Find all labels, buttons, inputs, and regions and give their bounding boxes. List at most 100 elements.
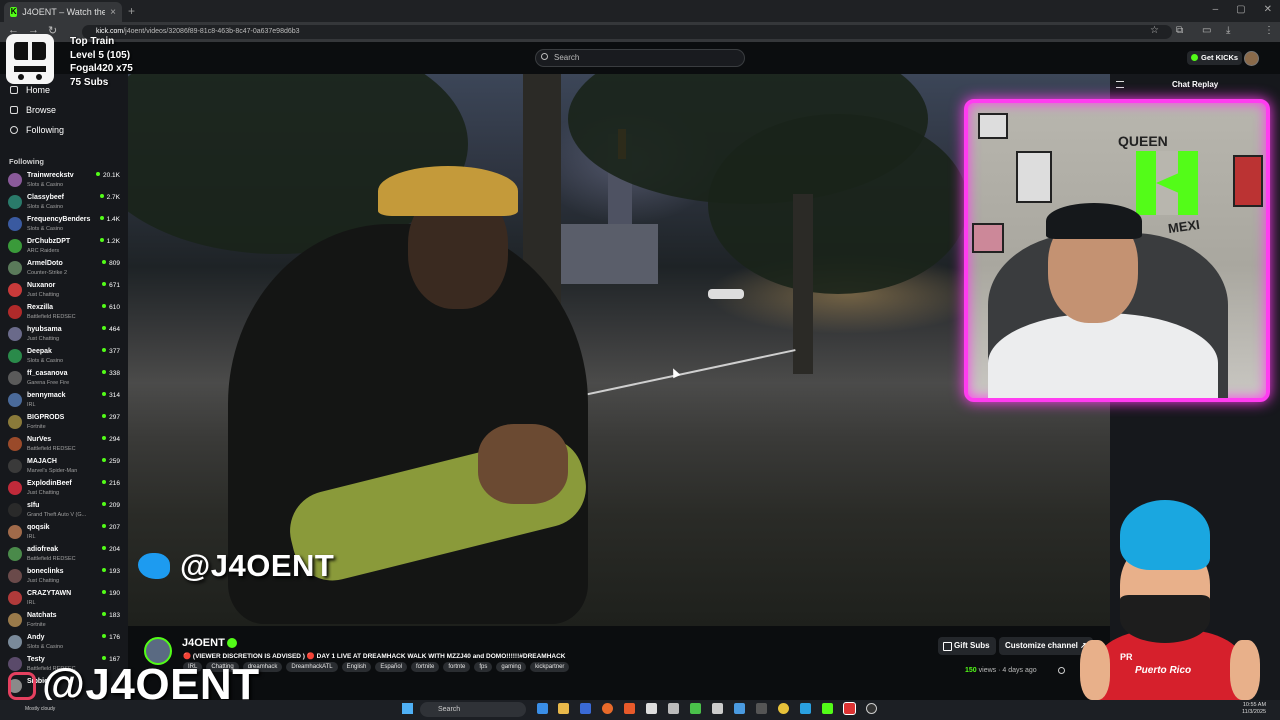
following-channel-item[interactable]: hyubsama Just Chatting 464	[8, 324, 124, 346]
sidepanel-icon[interactable]: ▭	[1202, 25, 1211, 36]
following-channel-item[interactable]: Nuxanor Just Chatting 671	[8, 280, 124, 302]
following-channel-item[interactable]: ArmelDoto Counter-Strike 2 809	[8, 258, 124, 280]
edge-icon[interactable]	[580, 703, 591, 714]
obs-icon[interactable]	[843, 702, 856, 715]
following-channel-item[interactable]: Natchats Fortnite 183	[8, 610, 124, 632]
channel-avatar	[8, 569, 22, 583]
new-tab-button[interactable]: +	[128, 4, 135, 18]
following-channel-item[interactable]: CRAZYTAWN IRL 190	[8, 588, 124, 610]
following-channel-item[interactable]: FrequencyBenders Slots & Casino 1.4K	[8, 214, 124, 236]
channel-category: Marvel's Spider-Man	[27, 468, 78, 474]
get-kicks-button[interactable]: Get KICKs	[1187, 51, 1243, 65]
channel-category: IRL	[27, 534, 36, 540]
url-field[interactable]: kick.com/j4oent/videos/32086f89-81c8-463…	[82, 25, 1172, 39]
close-window-icon[interactable]: ✕	[1264, 4, 1272, 15]
extensions-icon[interactable]: ⧉	[1176, 25, 1183, 36]
streamer-name[interactable]: J4OENT	[182, 637, 225, 649]
firefox-icon[interactable]	[602, 703, 613, 714]
channel-avatar	[8, 173, 22, 187]
close-tab-icon[interactable]: ×	[110, 7, 116, 18]
following-channel-item[interactable]: BIGPRODS Fortnite 297	[8, 412, 124, 434]
sidebar-item-following[interactable]: Following	[10, 125, 64, 135]
following-channel-item[interactable]: Deepak Slots & Casino 377	[8, 346, 124, 368]
kick-app-icon[interactable]	[822, 703, 833, 714]
channel-avatar	[8, 437, 22, 451]
channel-viewers: 2.7K	[100, 194, 120, 201]
channel-category: Grand Theft Auto V (G...	[27, 512, 87, 518]
heart-icon	[10, 126, 18, 134]
windows-start-icon[interactable]	[402, 703, 413, 714]
copilot-icon[interactable]	[537, 703, 548, 714]
gift-subs-button[interactable]: Gift Subs	[938, 637, 996, 655]
mascot-arm	[1080, 640, 1110, 700]
stream-tag[interactable]: Español	[375, 662, 408, 672]
maximize-icon[interactable]: ▢	[1236, 4, 1245, 15]
following-channel-item[interactable]: sIfu Grand Theft Auto V (G... 209	[8, 500, 124, 522]
stream-tag[interactable]: fortnte	[443, 662, 471, 672]
customize-channel-button[interactable]: Customize channel ↗	[999, 637, 1093, 655]
file-explorer-icon[interactable]	[558, 703, 569, 714]
channel-avatar	[8, 613, 22, 627]
taskbar-clock[interactable]: 10:55 AM 11/3/2025	[1242, 702, 1266, 716]
windows-taskbar	[0, 700, 1280, 720]
channel-name: Andy	[27, 634, 45, 641]
channel-avatar	[8, 547, 22, 561]
chrome-icon[interactable]	[778, 703, 789, 714]
minimize-icon[interactable]: –	[1213, 4, 1219, 15]
stream-tag[interactable]: fps	[474, 662, 493, 672]
channel-avatar	[8, 283, 22, 297]
app-icon[interactable]	[624, 703, 635, 714]
stream-tag[interactable]: DreamhackATL	[286, 662, 338, 672]
following-channel-item[interactable]: boneclinks Just Chatting 193	[8, 566, 124, 588]
channel-viewers: 190	[102, 590, 120, 597]
channel-name: adiofreak	[27, 546, 59, 553]
channel-viewers: 183	[102, 612, 120, 619]
sidebar-item-home[interactable]: Home	[10, 85, 50, 95]
bookmark-star-icon[interactable]: ☆	[1150, 25, 1159, 36]
following-channel-item[interactable]: Trainwreckstv Slots & Casino 20.1K	[8, 170, 124, 192]
search-input[interactable]: Search	[535, 49, 745, 67]
following-channel-item[interactable]: Classybeef Slots & Casino 2.7K	[8, 192, 124, 214]
search-icon	[541, 53, 548, 60]
stream-tag[interactable]: fortnite	[411, 662, 440, 672]
weather-widget[interactable]: Mostly cloudy	[25, 706, 55, 712]
app-icon[interactable]	[646, 703, 657, 714]
following-channel-item[interactable]: Rexzilla Battlefield REDSEC 610	[8, 302, 124, 324]
share-icon[interactable]	[1058, 667, 1065, 674]
following-channel-item[interactable]: Andy Slots & Casino 176	[8, 632, 124, 654]
cartoon-mascot: PR Puerto Rico	[1080, 500, 1280, 720]
chat-collapse-icon[interactable]	[1116, 81, 1124, 88]
following-channel-item[interactable]: ff_casanova Garena Free Fire 338	[8, 368, 124, 390]
user-avatar[interactable]	[1244, 51, 1259, 66]
following-channel-item[interactable]: ExplodinBeef Just Chatting 216	[8, 478, 124, 500]
following-channel-item[interactable]: NurVes Battlefield REDSEC 294	[8, 434, 124, 456]
following-channel-item[interactable]: bennymack IRL 314	[8, 390, 124, 412]
download-icon[interactable]: ⤓	[1226, 25, 1230, 36]
channel-viewers: 294	[102, 436, 120, 443]
video-player[interactable]	[128, 74, 1110, 626]
app-icon[interactable]	[712, 703, 723, 714]
following-channel-item[interactable]: adiofreak Battlefield REDSEC 204	[8, 544, 124, 566]
following-channel-item[interactable]: MAJACH Marvel's Spider-Man 259	[8, 456, 124, 478]
stream-tag[interactable]: English	[341, 662, 372, 672]
following-channel-item[interactable]: qoqsik IRL 207	[8, 522, 124, 544]
media-icon[interactable]	[866, 703, 877, 714]
app-icon[interactable]	[734, 703, 745, 714]
app-icon[interactable]	[800, 703, 811, 714]
app-icon[interactable]	[668, 703, 679, 714]
sidebar-item-label: Browse	[26, 105, 57, 115]
channel-avatar	[8, 327, 22, 341]
browser-menu-icon[interactable]: ⋮	[1264, 25, 1274, 36]
building	[548, 224, 658, 284]
app-icon[interactable]	[690, 703, 701, 714]
taskbar-search[interactable]: Search	[420, 702, 526, 717]
channel-avatar	[8, 525, 22, 539]
channel-category: Slots & Casino	[27, 204, 64, 210]
app-icon[interactable]	[756, 703, 767, 714]
stream-tag[interactable]: gaming	[496, 662, 527, 672]
sidebar-item-browse[interactable]: Browse	[10, 105, 56, 115]
channel-name: Classybeef	[27, 194, 64, 201]
browser-tab[interactable]: K J4OENT – Watch the VOD o ×	[4, 2, 122, 22]
stream-tag[interactable]: kickpartner	[530, 662, 570, 672]
following-channel-item[interactable]: DrChubzDPT ARC Raiders 1.2K	[8, 236, 124, 258]
